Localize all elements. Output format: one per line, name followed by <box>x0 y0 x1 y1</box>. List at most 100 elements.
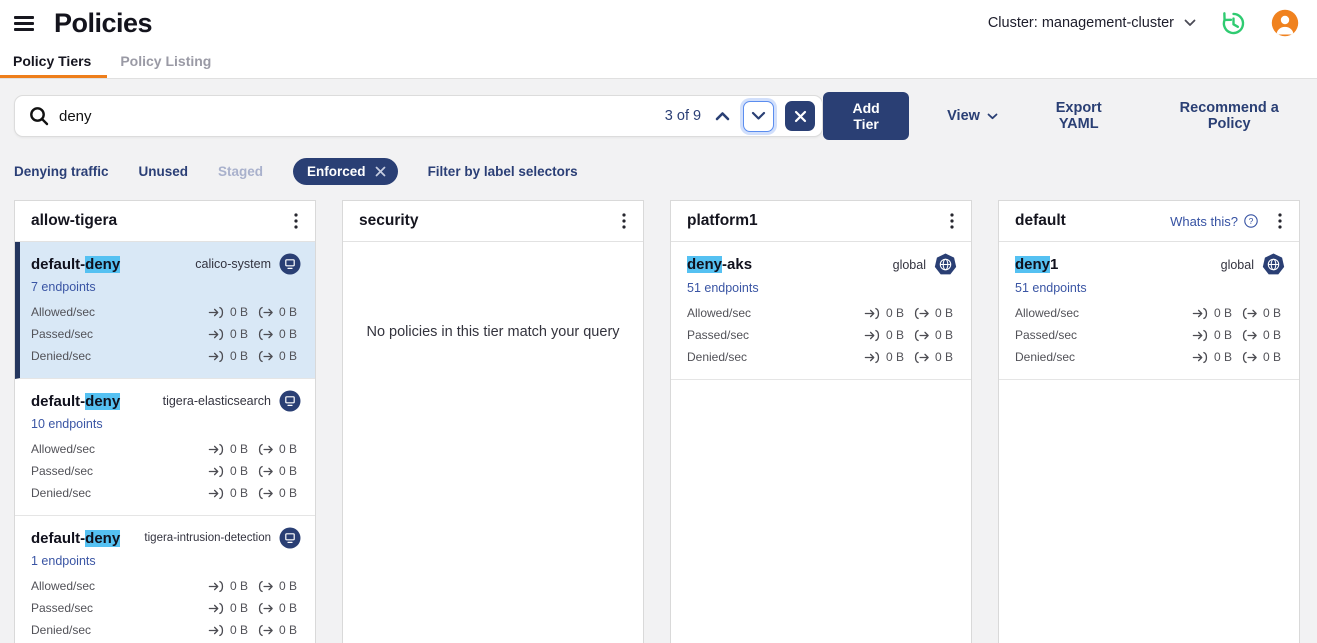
ingress-value: 0 B <box>886 350 904 364</box>
egress-value: 0 B <box>279 623 297 637</box>
stat-row: Passed/sec 0 B 0 B <box>1015 324 1285 346</box>
search-highlight: deny <box>85 530 120 547</box>
content: 3 of 9 Add Tier View Export YAML Recomme… <box>0 79 1317 643</box>
stat-row: Allowed/sec 0 B 0 B <box>31 301 301 323</box>
app-header: Policies Cluster: management-cluster <box>0 0 1317 46</box>
filter-denying-traffic[interactable]: Denying traffic <box>14 164 109 179</box>
stat-row: Passed/sec 0 B 0 B <box>31 323 301 345</box>
close-icon <box>794 110 807 123</box>
hamburger-menu-icon[interactable] <box>14 16 34 31</box>
filter-unused[interactable]: Unused <box>139 164 189 179</box>
tier-column-security: security No policies in this tier match … <box>342 200 644 643</box>
policy-card[interactable]: default-deny tigera-intrusion-detection … <box>15 516 315 643</box>
recommend-policy-button[interactable]: Recommend a Policy <box>1159 100 1299 132</box>
search-highlight: deny <box>85 393 120 410</box>
egress-value: 0 B <box>935 328 953 342</box>
egress-value: 0 B <box>279 327 297 341</box>
chevron-down-icon <box>751 111 766 121</box>
search-highlight: deny <box>85 256 120 273</box>
egress-value: 0 B <box>279 579 297 593</box>
egress-value: 0 B <box>935 350 953 364</box>
policy-scope: calico-system <box>195 253 301 275</box>
egress-icon <box>913 307 930 320</box>
stat-label: Allowed/sec <box>31 579 208 593</box>
policy-scope: tigera-elasticsearch <box>163 390 301 412</box>
ingress-icon <box>208 487 225 500</box>
egress-value: 0 B <box>1263 350 1281 364</box>
ingress-icon <box>1192 307 1209 320</box>
egress-icon <box>257 465 274 478</box>
tab-policy-listing[interactable]: Policy Listing <box>107 46 227 78</box>
tab-policy-tiers[interactable]: Policy Tiers <box>0 46 107 78</box>
egress-icon <box>257 306 274 319</box>
endpoints-link[interactable]: 1 endpoints <box>31 554 301 568</box>
tier-menu-button[interactable] <box>1266 207 1294 235</box>
page-title: Policies <box>54 8 152 39</box>
tier-menu-button[interactable] <box>282 207 310 235</box>
stat-row: Passed/sec 0 B 0 B <box>31 460 301 482</box>
global-scope-label: global <box>893 258 926 272</box>
egress-value: 0 B <box>279 464 297 478</box>
stat-row: Passed/sec 0 B 0 B <box>31 597 301 619</box>
header-right: Cluster: management-cluster <box>988 9 1299 37</box>
search-clear-button[interactable] <box>785 101 815 131</box>
egress-icon <box>257 443 274 456</box>
view-menu-label: View <box>947 108 980 124</box>
stat-row: Passed/sec 0 B 0 B <box>687 324 957 346</box>
namespace-label: tigera-intrusion-detection <box>144 532 271 544</box>
policy-card[interactable]: default-deny calico-system 7 endpoints A… <box>15 242 315 379</box>
ingress-value: 0 B <box>1214 306 1232 320</box>
tier-column-default: default Whats this? ? deny1 global 5 <box>998 200 1300 643</box>
policy-card-top: default-deny tigera-intrusion-detection <box>31 527 301 549</box>
kebab-menu-icon <box>1278 213 1282 229</box>
endpoints-link[interactable]: 51 endpoints <box>1015 281 1285 295</box>
export-yaml-button[interactable]: Export YAML <box>1036 100 1122 132</box>
policy-name: default-deny <box>31 256 120 273</box>
egress-icon <box>257 602 274 615</box>
ingress-icon <box>208 306 225 319</box>
search-input[interactable] <box>59 108 665 125</box>
egress-value: 0 B <box>1263 328 1281 342</box>
filter-staged[interactable]: Staged <box>218 164 263 179</box>
filter-enforced-active[interactable]: Enforced <box>293 158 398 185</box>
endpoints-link[interactable]: 7 endpoints <box>31 280 301 294</box>
policy-scope: global <box>893 253 957 276</box>
stat-label: Passed/sec <box>687 328 864 342</box>
egress-value: 0 B <box>279 601 297 615</box>
egress-value: 0 B <box>1263 306 1281 320</box>
filter-label-selectors[interactable]: Filter by label selectors <box>428 164 578 179</box>
stat-label: Passed/sec <box>31 601 208 615</box>
policy-card[interactable]: deny-aks global 51 endpoints Allowed/sec… <box>671 242 971 380</box>
add-tier-button[interactable]: Add Tier <box>823 92 909 140</box>
toolbar-actions: Add Tier View Export YAML Recommend a Po… <box>823 92 1299 140</box>
ingress-icon <box>864 307 881 320</box>
kebab-menu-icon <box>950 213 954 229</box>
view-menu-button[interactable]: View <box>947 108 998 124</box>
tier-menu-button[interactable] <box>610 207 638 235</box>
stat-row: Denied/sec 0 B 0 B <box>687 346 957 368</box>
policy-card[interactable]: deny1 global 51 endpoints Allowed/sec 0 … <box>999 242 1299 380</box>
ingress-icon <box>864 351 881 364</box>
egress-icon <box>257 328 274 341</box>
tier-header: platform1 <box>671 201 971 242</box>
question-circle-icon: ? <box>1244 214 1258 228</box>
ingress-icon <box>208 624 225 637</box>
ingress-value: 0 B <box>230 327 248 341</box>
user-avatar-icon[interactable] <box>1271 9 1299 37</box>
tier-menu-button[interactable] <box>938 207 966 235</box>
ingress-icon <box>208 443 225 456</box>
endpoints-link[interactable]: 10 endpoints <box>31 417 301 431</box>
endpoints-link[interactable]: 51 endpoints <box>687 281 957 295</box>
whats-this-link[interactable]: Whats this? ? <box>1170 214 1258 229</box>
stat-label: Passed/sec <box>1015 328 1192 342</box>
policy-name: deny1 <box>1015 256 1058 273</box>
history-icon[interactable] <box>1220 10 1247 37</box>
search-prev-button[interactable] <box>715 111 730 121</box>
search-next-button[interactable] <box>743 101 774 132</box>
stat-row: Denied/sec 0 B 0 B <box>31 619 301 641</box>
chevron-down-icon <box>987 113 998 120</box>
cluster-selector[interactable]: Cluster: management-cluster <box>988 15 1196 31</box>
kebab-menu-icon <box>294 213 298 229</box>
namespace-label: calico-system <box>195 257 271 271</box>
policy-card[interactable]: default-deny tigera-elasticsearch 10 end… <box>15 379 315 516</box>
